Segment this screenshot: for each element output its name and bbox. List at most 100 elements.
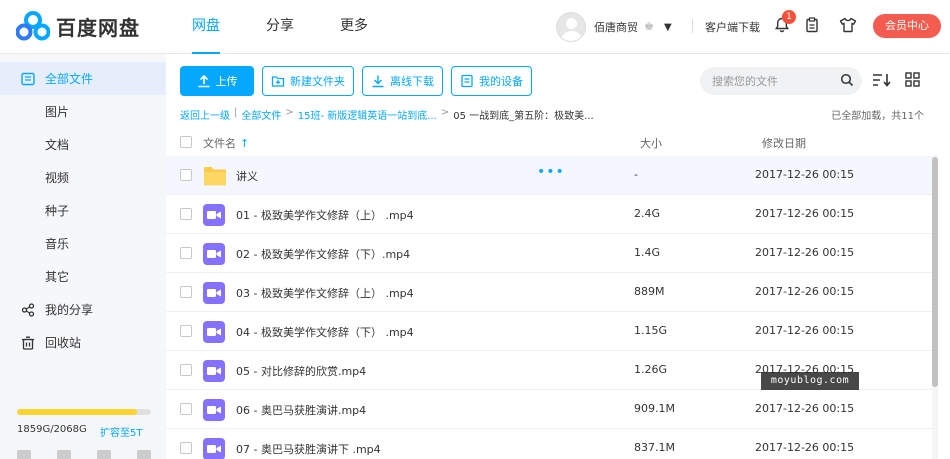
top-bar: 百度网盘 网盘 分享 更多 佰唐商贸 ♚ ▼ 客户端下载 1 会员中心 bbox=[0, 0, 950, 54]
file-name[interactable]: 03 - 极致美学作文修辞（上） .mp4 bbox=[236, 285, 414, 301]
file-size: 1.15G bbox=[634, 324, 668, 337]
clipboard-icon[interactable] bbox=[802, 15, 822, 35]
file-date: 2017-12-26 00:15 bbox=[755, 285, 855, 298]
tshirt-icon[interactable] bbox=[838, 15, 858, 35]
nav-netdisk[interactable]: 网盘 bbox=[192, 0, 220, 54]
logo[interactable]: 百度网盘 bbox=[16, 11, 140, 41]
tool-icon[interactable] bbox=[57, 450, 71, 459]
file-name[interactable]: 06 - 奥巴马获胜演讲.mp4 bbox=[236, 402, 366, 418]
vip-level-icon: ♚ bbox=[644, 20, 654, 33]
breadcrumb-current: 05 一战到底_第五阶：极致美... bbox=[453, 111, 594, 122]
sidebar-item-music[interactable]: 音乐 bbox=[0, 227, 166, 260]
file-size: 909.1M bbox=[634, 402, 675, 415]
upgrade-storage-link[interactable]: 扩容至5T bbox=[100, 424, 142, 439]
logo-text: 百度网盘 bbox=[56, 15, 140, 40]
row-checkbox[interactable] bbox=[180, 442, 192, 454]
table-row[interactable]: 06 - 奥巴马获胜演讲.mp4 909.1M 2017-12-26 00:15 bbox=[166, 390, 938, 429]
sidebar-item-label: 种子 bbox=[45, 204, 70, 218]
sidebar-item-other[interactable]: 其它 bbox=[0, 260, 166, 293]
offline-download-label: 离线下载 bbox=[390, 75, 434, 88]
offline-download-button[interactable]: 离线下载 bbox=[362, 66, 443, 96]
sidebar-item-my-shares[interactable]: 我的分享 bbox=[0, 293, 166, 326]
table-row[interactable]: 02 - 极致美学作文修辞（下）.mp4 1.4G 2017-12-26 00:… bbox=[166, 234, 938, 273]
video-file-icon bbox=[203, 438, 225, 459]
tool-icon[interactable] bbox=[17, 450, 31, 459]
sidebar-item-label: 我的分享 bbox=[45, 303, 94, 317]
table-row[interactable]: 01 - 极致美学作文修辞（上） .mp4 2.4G 2017-12-26 00… bbox=[166, 195, 938, 234]
file-size: 837.1M bbox=[634, 441, 675, 454]
sidebar-item-images[interactable]: 图片 bbox=[0, 95, 166, 128]
divider bbox=[692, 19, 693, 33]
header-filename[interactable]: 文件名 ↑ bbox=[203, 135, 249, 151]
table-row[interactable]: 07 - 奥巴马获胜演讲下 .mp4 837.1M 2017-12-26 00:… bbox=[166, 429, 938, 459]
row-checkbox[interactable] bbox=[180, 247, 192, 259]
header-size[interactable]: 大小 bbox=[640, 135, 662, 151]
file-name[interactable]: 01 - 极致美学作文修辞（上） .mp4 bbox=[236, 207, 414, 223]
avatar[interactable] bbox=[556, 12, 586, 42]
header-date[interactable]: 修改日期 bbox=[762, 135, 806, 151]
video-file-icon bbox=[203, 321, 225, 343]
upload-label: 上传 bbox=[215, 75, 238, 88]
client-download-link[interactable]: 客户端下载 bbox=[705, 19, 760, 35]
video-file-icon bbox=[203, 360, 225, 382]
row-checkbox[interactable] bbox=[180, 364, 192, 376]
table-row[interactable]: 04 - 极致美学作文修辞（下） .mp4 1.15G 2017-12-26 0… bbox=[166, 312, 938, 351]
table-row[interactable]: 03 - 极致美学作文修辞（上） .mp4 889M 2017-12-26 00… bbox=[166, 273, 938, 312]
folder-icon bbox=[203, 165, 226, 187]
breadcrumb-item[interactable]: 15班- 新版逻辑英语一站到底... bbox=[298, 107, 437, 122]
sidebar-item-recycle-bin[interactable]: 回收站 bbox=[0, 326, 166, 359]
file-name[interactable]: 07 - 奥巴马获胜演讲下 .mp4 bbox=[236, 441, 381, 457]
breadcrumb-separator: > bbox=[285, 107, 294, 118]
file-name[interactable]: 02 - 极致美学作文修辞（下）.mp4 bbox=[236, 246, 410, 262]
my-devices-button[interactable]: 我的设备 bbox=[451, 66, 532, 96]
sidebar-tools bbox=[17, 450, 177, 459]
upload-button[interactable]: 上传 bbox=[180, 66, 254, 96]
scrollbar[interactable] bbox=[932, 155, 938, 459]
header-filename-label: 文件名 bbox=[203, 137, 236, 150]
nav-more[interactable]: 更多 bbox=[340, 0, 368, 54]
breadcrumb-separator: > bbox=[440, 107, 450, 118]
tool-icon[interactable] bbox=[97, 450, 111, 459]
device-icon bbox=[460, 74, 474, 88]
file-size: 1.4G bbox=[634, 246, 661, 259]
file-name[interactable]: 04 - 极致美学作文修辞（下） .mp4 bbox=[236, 324, 414, 340]
sidebar-item-torrents[interactable]: 种子 bbox=[0, 194, 166, 227]
sidebar-item-documents[interactable]: 文档 bbox=[0, 128, 166, 161]
file-name[interactable]: 讲义 bbox=[236, 168, 258, 184]
more-actions-icon[interactable]: ••• bbox=[537, 164, 565, 180]
breadcrumb-back[interactable]: 返回上一级 bbox=[180, 107, 230, 122]
sidebar-item-all-files[interactable]: 全部文件 bbox=[0, 62, 166, 95]
file-size: - bbox=[634, 168, 638, 181]
file-size: 889M bbox=[634, 285, 665, 298]
search-icon[interactable] bbox=[840, 73, 854, 90]
user-menu[interactable]: 佰唐商贸 ♚ ▼ bbox=[556, 12, 672, 42]
new-folder-button[interactable]: 新建文件夹 bbox=[262, 66, 354, 96]
tool-icon[interactable] bbox=[137, 450, 151, 459]
username[interactable]: 佰唐商贸 bbox=[594, 19, 638, 35]
row-checkbox[interactable] bbox=[180, 325, 192, 337]
file-date: 2017-12-26 00:15 bbox=[755, 168, 855, 181]
watermark: moyublog.com bbox=[761, 372, 859, 390]
row-checkbox[interactable] bbox=[180, 286, 192, 298]
sidebar-item-label: 全部文件 bbox=[45, 72, 94, 86]
file-size: 1.26G bbox=[634, 363, 668, 376]
chevron-down-icon[interactable]: ▼ bbox=[664, 22, 672, 33]
breadcrumb-item[interactable]: 全部文件 bbox=[241, 107, 281, 122]
search-input[interactable] bbox=[700, 67, 820, 95]
sort-icon[interactable] bbox=[872, 72, 892, 88]
row-checkbox[interactable] bbox=[180, 208, 192, 220]
select-all-checkbox[interactable] bbox=[180, 136, 192, 148]
row-checkbox[interactable] bbox=[180, 169, 192, 181]
row-checkbox[interactable] bbox=[180, 403, 192, 415]
storage-quota-bar bbox=[17, 409, 151, 415]
scrollbar-thumb[interactable] bbox=[932, 157, 938, 387]
table-row[interactable]: 讲义 ••• - 2017-12-26 00:15 bbox=[166, 156, 938, 195]
table-header: 文件名 ↑ 大小 修改日期 bbox=[166, 131, 938, 156]
vip-center-button[interactable]: 会员中心 bbox=[873, 14, 941, 38]
sidebar-item-videos[interactable]: 视频 bbox=[0, 161, 166, 194]
file-name[interactable]: 05 - 对比修辞的欣赏.mp4 bbox=[236, 363, 366, 379]
nav-share[interactable]: 分享 bbox=[266, 0, 294, 54]
file-date: 2017-12-26 00:15 bbox=[755, 441, 855, 454]
grid-view-icon[interactable] bbox=[905, 72, 920, 88]
storage-quota-fill bbox=[17, 409, 138, 415]
